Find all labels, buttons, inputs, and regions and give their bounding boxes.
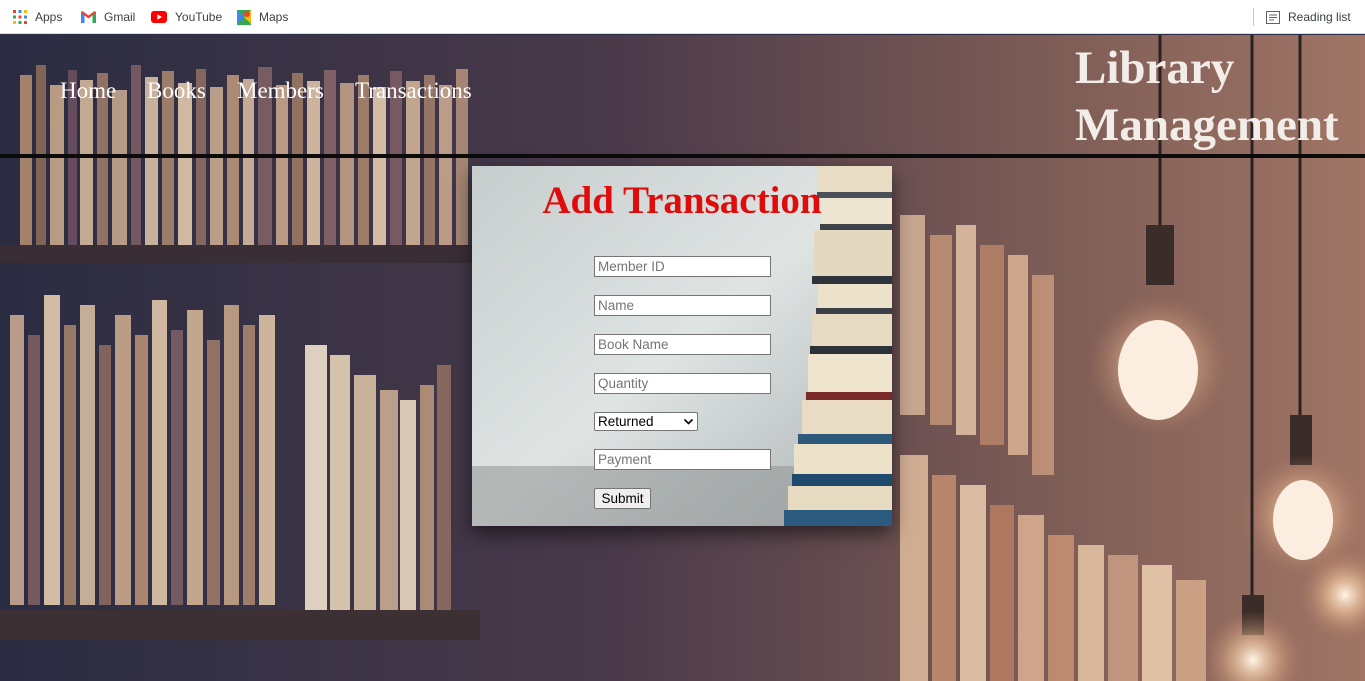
nav-members[interactable]: Members bbox=[237, 78, 324, 104]
bookmark-youtube-label: YouTube bbox=[175, 10, 223, 24]
bookmark-maps-label: Maps bbox=[259, 10, 289, 24]
bookmark-reading-list[interactable]: Reading list bbox=[1266, 8, 1351, 26]
apps-grid-icon bbox=[13, 10, 27, 24]
bookmark-youtube[interactable]: YouTube bbox=[151, 8, 222, 26]
bookmark-gmail-label: Gmail bbox=[104, 10, 136, 24]
maps-icon bbox=[237, 9, 251, 25]
member-id-input[interactable] bbox=[594, 256, 771, 277]
status-select[interactable]: Returned bbox=[594, 412, 698, 431]
header-divider bbox=[0, 154, 1365, 158]
bookmark-maps[interactable]: Maps bbox=[237, 8, 288, 26]
bookmark-reading-list-label: Reading list bbox=[1288, 10, 1351, 24]
form-title: Add Transaction bbox=[542, 179, 822, 222]
name-input[interactable] bbox=[594, 295, 771, 316]
site-title-line1: Library bbox=[1075, 42, 1235, 94]
status-select-value: Returned bbox=[598, 414, 654, 429]
chevron-down-icon bbox=[683, 418, 694, 425]
site-title: Library Management bbox=[1075, 40, 1365, 154]
nav-home[interactable]: Home bbox=[60, 78, 116, 104]
bookmark-apps-label: Apps bbox=[35, 10, 63, 24]
add-transaction-card: Add Transaction Returned Submit bbox=[472, 166, 892, 526]
reading-list-icon bbox=[1266, 10, 1280, 24]
nav-books[interactable]: Books bbox=[147, 78, 206, 104]
bookmarks-divider bbox=[1253, 8, 1254, 26]
gmail-icon bbox=[81, 11, 96, 23]
payment-input[interactable] bbox=[594, 449, 771, 470]
submit-button[interactable]: Submit bbox=[594, 488, 651, 509]
youtube-icon bbox=[151, 11, 167, 23]
site-title-line2: Management bbox=[1075, 99, 1339, 151]
book-name-input[interactable] bbox=[594, 334, 771, 355]
bookmark-apps[interactable]: Apps bbox=[13, 8, 62, 26]
nav-transactions[interactable]: Transactions bbox=[355, 78, 472, 104]
bookmarks-bar: Apps Gmail YouTube Maps Reading list bbox=[0, 0, 1365, 34]
quantity-input[interactable] bbox=[594, 373, 771, 394]
bookmark-gmail[interactable]: Gmail bbox=[81, 8, 135, 26]
